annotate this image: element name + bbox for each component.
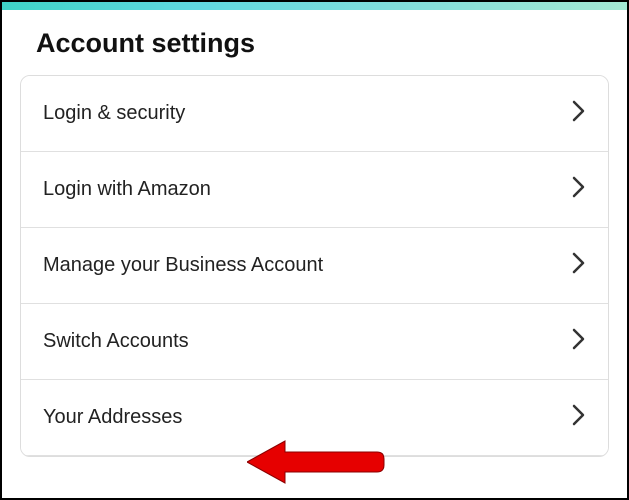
chevron-right-icon [572, 404, 586, 431]
page-title: Account settings [20, 28, 609, 59]
settings-item-label: Your Addresses [43, 406, 182, 429]
top-gradient-bar [2, 2, 627, 10]
chevron-right-icon [572, 100, 586, 127]
content-area: Account settings Login & security Login … [2, 10, 627, 457]
settings-item-label: Switch Accounts [43, 330, 189, 353]
settings-item-switch-accounts[interactable]: Switch Accounts [21, 304, 608, 380]
settings-item-login-security[interactable]: Login & security [21, 76, 608, 152]
settings-item-label: Login & security [43, 102, 185, 125]
settings-list: Login & security Login with Amazon Manag… [20, 75, 609, 457]
settings-item-your-addresses[interactable]: Your Addresses [21, 380, 608, 456]
chevron-right-icon [572, 176, 586, 203]
settings-item-label: Manage your Business Account [43, 254, 323, 277]
chevron-right-icon [572, 252, 586, 279]
chevron-right-icon [572, 328, 586, 355]
settings-item-business-account[interactable]: Manage your Business Account [21, 228, 608, 304]
settings-item-login-amazon[interactable]: Login with Amazon [21, 152, 608, 228]
settings-item-label: Login with Amazon [43, 178, 211, 201]
